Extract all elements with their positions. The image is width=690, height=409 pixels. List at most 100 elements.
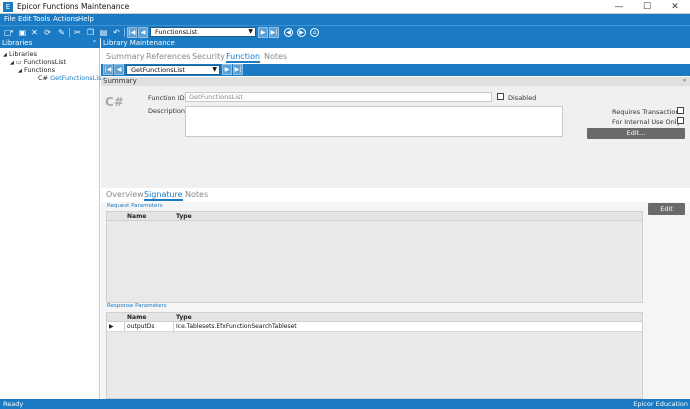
function-combo[interactable]: GetFunctionsList ▼ xyxy=(126,65,220,75)
tree-item-libraries[interactable]: ◢ Libraries xyxy=(3,50,37,58)
menu-actions[interactable]: Actions xyxy=(53,14,79,25)
toolbar-separator xyxy=(69,28,70,37)
paste-icon[interactable]: ▤ xyxy=(98,27,109,38)
status-text: Ready xyxy=(3,400,24,408)
grid-header: Name Type xyxy=(107,313,642,322)
csharp-icon: C# xyxy=(105,95,124,109)
response-parameters-label: Response Parameters xyxy=(107,303,167,309)
function-form: C# Function ID: GetFunctionsList Disable… xyxy=(101,86,690,188)
requires-transaction-checkbox[interactable] xyxy=(677,107,684,114)
expand-arrow-icon[interactable]: ◢ xyxy=(3,52,7,58)
tree-item-functions[interactable]: ◢ Functions xyxy=(18,66,55,74)
menu-edit[interactable]: Edit xyxy=(18,14,32,25)
summary-label: Summary xyxy=(103,77,137,85)
param-name-cell[interactable]: outputDs xyxy=(127,323,155,330)
tab-subnotes[interactable]: Notes xyxy=(185,190,208,199)
table-row[interactable]: ▶ outputDs Ice.Tablesets.EfxFunctionSear… xyxy=(107,322,642,332)
home-icon[interactable]: ⌂ xyxy=(310,28,319,37)
signature-edit-button[interactable]: Edit xyxy=(648,203,685,215)
tab-security[interactable]: Security xyxy=(192,52,225,61)
last-record-button[interactable]: ▶| xyxy=(269,27,279,38)
copy-icon[interactable]: ❐ xyxy=(85,27,96,38)
subtabs: Overview Signature Notes xyxy=(101,188,690,202)
close-button[interactable]: ✕ xyxy=(661,0,689,14)
request-parameters-grid[interactable]: Name Type xyxy=(106,211,643,303)
tab-signature[interactable]: Signature xyxy=(144,190,183,201)
library-icon: ▭ xyxy=(15,59,22,66)
csharp-icon: C# xyxy=(38,74,48,82)
prev-record-button[interactable]: ◀ xyxy=(114,64,124,75)
save-icon[interactable]: ▣ xyxy=(17,27,28,38)
function-id-field[interactable]: GetFunctionsList xyxy=(185,92,492,102)
refresh-icon[interactable]: ⟳ xyxy=(42,27,53,38)
back-icon[interactable]: ◀ xyxy=(284,28,293,37)
disabled-label: Disabled xyxy=(508,94,537,102)
cut-icon[interactable]: ✂ xyxy=(72,27,83,38)
expand-arrow-icon[interactable]: ◢ xyxy=(10,60,14,66)
param-type-cell[interactable]: Ice.Tablesets.EfxFunctionSearchTableset xyxy=(176,323,297,330)
chevron-down-icon: ▼ xyxy=(248,28,253,35)
app-logo-icon: E xyxy=(3,2,13,12)
disabled-checkbox[interactable] xyxy=(497,93,504,100)
menu-file[interactable]: File xyxy=(4,14,16,25)
first-record-button[interactable]: |◀ xyxy=(103,64,113,75)
row-selector-icon: ▶ xyxy=(109,323,114,330)
toolbar: ▢ ▾ ▣ ✕ ⟳ ✎ ✂ ❐ ▤ ↶ |◀ ◀ FunctionsList ▼… xyxy=(0,25,690,38)
description-field[interactable] xyxy=(185,106,563,137)
forward-icon[interactable]: ▶ xyxy=(297,28,306,37)
tree-item-label: FunctionsList xyxy=(23,58,67,66)
request-parameters-label: Request Parameters xyxy=(107,203,163,209)
record-combo[interactable]: FunctionsList ▼ xyxy=(150,27,256,37)
minimize-button[interactable]: — xyxy=(605,0,633,14)
tab-references[interactable]: References xyxy=(146,52,190,61)
function-combo-value: GetFunctionsList xyxy=(131,66,185,74)
function-id-label: Function ID: xyxy=(148,94,187,102)
tab-function[interactable]: Function xyxy=(226,52,261,63)
response-parameters-grid[interactable]: Name Type ▶ outputDs Ice.Tablesets.EfxFu… xyxy=(106,312,643,399)
new-dropdown-icon[interactable]: ▾ xyxy=(9,27,15,38)
delete-icon[interactable]: ✕ xyxy=(29,27,40,38)
record-nav-bar: |◀ ◀ GetFunctionsList ▼ ▶ ▶| xyxy=(101,64,690,76)
expand-arrow-icon[interactable]: ◢ xyxy=(18,68,22,74)
next-record-button[interactable]: ▶ xyxy=(222,64,232,75)
internal-use-checkbox[interactable] xyxy=(677,117,684,124)
tree-item-label: Libraries xyxy=(8,50,38,58)
tree-item-getfunctionslist[interactable]: C# GetFunctionsList xyxy=(38,74,104,82)
last-record-button[interactable]: ▶| xyxy=(233,64,243,75)
description-label: Description: xyxy=(148,107,188,115)
column-header-type[interactable]: Type xyxy=(176,213,192,220)
pin-icon[interactable]: ᵖ xyxy=(93,38,96,48)
column-header-type[interactable]: Type xyxy=(176,314,192,321)
tab-summary[interactable]: Summary xyxy=(106,52,145,61)
menu-bar: File Edit Tools Actions Help xyxy=(0,14,690,25)
library-maintenance-panel: Library Maintenance Summary References S… xyxy=(101,38,690,399)
edit-button[interactable]: Edit... xyxy=(587,128,685,139)
window-title: Epicor Functions Maintenance xyxy=(17,2,130,11)
status-bar: Ready Epicor Education xyxy=(0,399,690,409)
summary-bar: Summary ᵖ xyxy=(101,77,690,86)
menu-tools[interactable]: Tools xyxy=(33,14,50,25)
clear-icon[interactable]: ✎ xyxy=(56,27,67,38)
libraries-panel: Libraries ᵖ ◢ Libraries ◢ ▭ FunctionsLis… xyxy=(0,38,104,399)
first-record-button[interactable]: |◀ xyxy=(127,27,137,38)
cell-divider xyxy=(173,322,174,332)
pin-icon[interactable]: ᵖ xyxy=(683,77,686,86)
column-header-name[interactable]: Name xyxy=(127,314,146,321)
tab-overview[interactable]: Overview xyxy=(106,190,144,199)
tree-item-label: Functions xyxy=(23,66,55,74)
libraries-header-label: Libraries xyxy=(2,39,33,47)
next-record-button[interactable]: ▶ xyxy=(258,27,268,38)
tree-item-functionslist[interactable]: ◢ ▭ FunctionsList xyxy=(10,58,66,66)
menu-help[interactable]: Help xyxy=(78,14,94,25)
tab-notes[interactable]: Notes xyxy=(264,52,287,61)
libraries-header: Libraries ᵖ xyxy=(0,38,100,48)
status-product: Epicor Education xyxy=(633,400,688,408)
undo-icon[interactable]: ↶ xyxy=(111,27,122,38)
cell-divider xyxy=(124,322,125,332)
tree-item-label: GetFunctionsList xyxy=(50,74,105,82)
prev-record-button[interactable]: ◀ xyxy=(138,27,148,38)
internal-use-label: For Internal Use Only: xyxy=(612,118,683,126)
column-header-name[interactable]: Name xyxy=(127,213,146,220)
maximize-button[interactable]: ☐ xyxy=(633,0,661,14)
signature-panel: Request Parameters Name Type Edit Respon… xyxy=(101,202,690,399)
